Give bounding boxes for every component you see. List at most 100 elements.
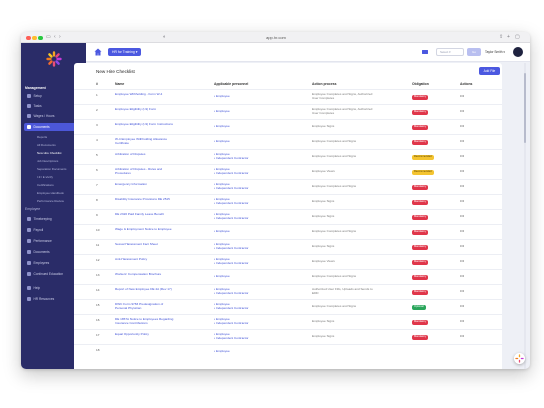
table-row: 3 Employee Eligibility (I-9) Form Instruc…	[74, 119, 502, 134]
applicable-personnel: • Employee • Independent Contractor	[214, 167, 249, 175]
document-name-link[interactable]: Employee Eligibility (I-9) Form Instruct…	[115, 122, 175, 127]
table-row: 15 DWC Form 9783 Predesignation of Person…	[74, 299, 502, 314]
share-icon[interactable]: ⇪	[499, 34, 503, 40]
avatar[interactable]	[513, 47, 523, 57]
home-icon[interactable]	[94, 48, 102, 56]
sub-item-all-documents[interactable]: All Documents	[37, 143, 56, 147]
table-row: 18 • Employee	[74, 344, 502, 359]
applicable-personnel: • Employee	[214, 139, 230, 143]
row-actions-menu-icon[interactable]: •••	[460, 213, 464, 218]
table-row: 11 Sexual Harassment Fact Sheet • Employee…	[74, 239, 502, 254]
close-dot-icon[interactable]	[26, 35, 31, 40]
tabs-overview-icon[interactable]: ▢	[515, 34, 520, 40]
row-actions-menu-icon[interactable]: •••	[460, 93, 464, 98]
sub-item-separation[interactable]: Separation Documents	[37, 167, 66, 171]
sidebar-item-label: Performance	[33, 239, 52, 243]
sub-item-new-hire-checklist[interactable]: New Hire Checklist	[37, 151, 61, 155]
user-name[interactable]: Taylor Smith ▾	[485, 50, 505, 54]
col-header-index: #	[96, 82, 98, 86]
sub-item-job-descriptions[interactable]: Job Descriptions	[37, 159, 58, 163]
applicable-personnel: • Employee • Independent Contractor	[214, 182, 249, 190]
sub-item-reports[interactable]: Reports	[37, 135, 47, 139]
row-actions-menu-icon[interactable]: •••	[460, 183, 464, 188]
help-launcher-icon[interactable]	[514, 353, 525, 364]
checklist-card: New Hire Checklist Add File # Name Appli…	[74, 63, 502, 369]
row-actions-menu-icon[interactable]: •••	[460, 258, 464, 263]
row-index: 9	[96, 213, 98, 217]
table-row: 4 W-4 Employee Withholding Allowance Cert…	[74, 134, 502, 149]
training-dropdown[interactable]: HR for Training ▾	[108, 48, 142, 56]
obligation-badge: Mandatory	[412, 185, 429, 190]
scrollbar-thumb[interactable]	[524, 73, 526, 143]
row-actions-menu-icon[interactable]: •••	[460, 138, 464, 143]
sidebar-toggle-icon[interactable]: ▭	[46, 34, 51, 40]
row-index: 2	[96, 108, 98, 112]
company-select[interactable]: Select ▾	[436, 48, 464, 56]
document-name-link[interactable]: DE 2320 Paid Family Leave Benefit	[115, 212, 175, 217]
mail-icon[interactable]	[422, 50, 428, 54]
url-bar[interactable]: app.hr.com	[251, 35, 301, 41]
document-name-link[interactable]: Employee Withholding - Form W-4	[115, 92, 175, 97]
row-actions-menu-icon[interactable]: •••	[460, 153, 464, 158]
row-actions-menu-icon[interactable]: •••	[460, 123, 464, 128]
sub-item-handbook[interactable]: Employee Handbook	[37, 191, 64, 195]
document-name-link[interactable]: Sexual Harassment Fact Sheet	[115, 242, 175, 247]
table-row: 2 Employee Eligibility (I-9) Form • Employ…	[74, 104, 502, 119]
obligation-badge: Mandatory	[412, 275, 429, 280]
document-name-link[interactable]: Disability Insurance Provisions DE 2515	[115, 197, 175, 202]
document-name-link[interactable]: DE 1857A Notice to Employees Regarding I…	[115, 317, 175, 326]
document-name-link[interactable]: Equal Opportunity Policy	[115, 332, 175, 337]
forward-icon[interactable]: ›	[59, 34, 61, 40]
maximize-dot-icon[interactable]	[38, 35, 43, 40]
minimize-dot-icon[interactable]	[32, 35, 37, 40]
document-name-link[interactable]: Report of New Employee DE 4A (Rev 17)	[115, 287, 175, 292]
document-name-link[interactable]: Wage & Employment Notice to Employee	[115, 227, 175, 232]
scrollbar[interactable]	[524, 63, 526, 369]
document-name-link[interactable]: Arbitration of Disputes	[115, 152, 175, 157]
new-tab-icon[interactable]: +	[507, 34, 510, 40]
table-row: 12 Anti-Harassment Policy • Employee • Ind…	[74, 254, 502, 269]
action-process: Employee Completes and Signs	[312, 229, 357, 233]
row-actions-menu-icon[interactable]: •••	[460, 168, 464, 173]
table-row: 10 Wage & Employment Notice to Employee • …	[74, 224, 502, 239]
applicable-personnel: • Employee • Independent Contractor	[214, 257, 249, 265]
row-actions-menu-icon[interactable]: •••	[460, 333, 464, 338]
sidebar-item-label: Setup	[33, 94, 42, 98]
action-process: Employee Completes and Signs, Authorized…	[312, 107, 373, 115]
sub-item-i9[interactable]: I-9 / E-Verify	[37, 175, 53, 179]
resources-icon	[27, 297, 31, 301]
action-process: Employee Signs	[312, 124, 335, 128]
table-row: 5 Arbitration of Disputes • Employee • Ind…	[74, 149, 502, 164]
go-button[interactable]: Go	[467, 48, 481, 56]
sub-item-certifications[interactable]: Certifications	[37, 183, 54, 187]
applicable-personnel: • Employee	[214, 94, 230, 98]
documents-icon	[27, 250, 31, 254]
back-icon[interactable]: ‹	[54, 34, 56, 40]
document-name-link[interactable]: Arbitration of Disputes - Rules and Proc…	[115, 167, 175, 176]
row-actions-menu-icon[interactable]: •••	[460, 243, 464, 248]
row-actions-menu-icon[interactable]: •••	[460, 108, 464, 113]
document-name-link[interactable]: Workers' Compensation Brochure	[115, 272, 175, 277]
row-actions-menu-icon[interactable]: •••	[460, 228, 464, 233]
row-actions-menu-icon[interactable]: •••	[460, 273, 464, 278]
table-row: 7 Emergency Information • Employee • Indep…	[74, 179, 502, 194]
row-actions-menu-icon[interactable]: •••	[460, 288, 464, 293]
row-index: 5	[96, 153, 98, 157]
applicable-personnel: • Employee • Independent Contractor	[214, 242, 249, 250]
add-file-button[interactable]: Add File	[479, 67, 500, 75]
applicable-personnel: • Employee • Independent Contractor	[214, 287, 249, 295]
row-index: 4	[96, 138, 98, 142]
sub-item-performance-review[interactable]: Performance Review	[37, 199, 64, 203]
applicable-personnel: • Employee • Independent Contractor	[214, 302, 249, 310]
row-actions-menu-icon[interactable]: •••	[460, 303, 464, 308]
document-name-link[interactable]: Emergency Information	[115, 182, 175, 187]
document-name-link[interactable]: DWC Form 9783 Predesignation of Personal…	[115, 302, 175, 311]
document-name-link[interactable]: W-4 Employee Withholding Allowance Certi…	[115, 137, 175, 146]
document-name-link[interactable]: Anti-Harassment Policy	[115, 257, 175, 262]
document-name-link[interactable]: Employee Eligibility (I-9) Form	[115, 107, 175, 112]
col-header-name: Name	[115, 82, 125, 86]
action-process: Authorized User Fills, Uploads and Sends…	[312, 287, 373, 295]
row-actions-menu-icon[interactable]: •••	[460, 318, 464, 323]
table-row: 9 DE 2320 Paid Family Leave Benefit • Empl…	[74, 209, 502, 224]
row-actions-menu-icon[interactable]: •••	[460, 198, 464, 203]
